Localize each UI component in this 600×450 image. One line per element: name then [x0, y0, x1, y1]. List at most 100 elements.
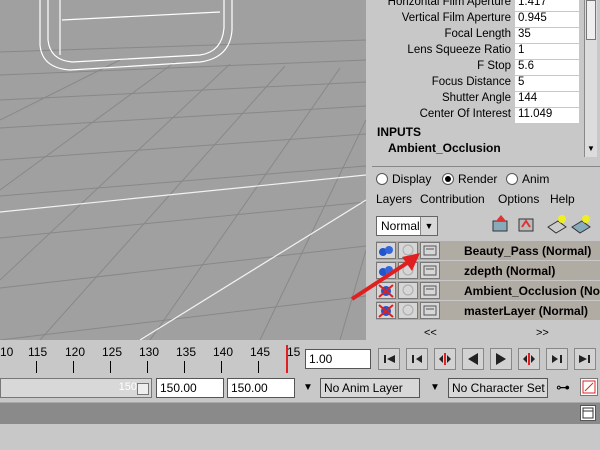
menu-options[interactable]: Options — [498, 192, 539, 206]
script-editor-icon[interactable] — [580, 405, 596, 421]
tick-label: 140 — [213, 345, 234, 359]
time-slider[interactable]: 10 115 120 125 130 135 140 145 15 — [0, 341, 302, 375]
command-line[interactable] — [0, 402, 600, 425]
inputs-header: INPUTS — [377, 125, 422, 139]
radio-anim[interactable] — [506, 173, 518, 185]
menu-help[interactable]: Help — [550, 192, 575, 206]
go-to-start-button[interactable] — [378, 348, 400, 370]
tick-label: 125 — [102, 345, 123, 359]
3d-viewport[interactable] — [0, 0, 366, 340]
go-to-end-button[interactable] — [574, 348, 596, 370]
attr-label: Lens Squeeze Ratio — [407, 44, 511, 56]
anim-layer-chevron-down-icon[interactable]: ▼ — [299, 379, 317, 397]
current-time-field[interactable]: 1.00 — [305, 349, 371, 369]
attr-row: Center Of Interest 11.049 — [374, 108, 580, 124]
tick-mark — [258, 361, 259, 373]
range-thumb-label: 150 — [118, 381, 137, 393]
tick-mark — [221, 361, 222, 373]
attr-label: Horizontal Film Aperture — [387, 0, 511, 8]
step-back-button[interactable] — [406, 348, 428, 370]
nav-next-button[interactable]: >> — [536, 327, 549, 339]
layer-name: Ambient_Occlusion (Nor — [464, 284, 600, 298]
step-forward-key-button[interactable] — [518, 348, 540, 370]
attribute-editor: Horizontal Film Aperture 1.417 Vertical … — [374, 0, 597, 157]
new-empty-layer-icon[interactable] — [546, 213, 568, 235]
tick-label: 15 — [287, 345, 301, 359]
attr-label: Vertical Film Aperture — [401, 12, 511, 24]
mode-label: Display — [392, 172, 432, 186]
attr-value-field[interactable]: 5.6 — [515, 60, 579, 75]
layer-name: masterLayer (Normal) — [464, 304, 589, 318]
attr-value-field[interactable]: 1.417 — [515, 0, 579, 11]
step-forward-button[interactable] — [546, 348, 568, 370]
mode-label: Anim — [522, 172, 550, 186]
range-slider-row: 150 150.00 150.00 ▼ No Anim Layer ▼ No C… — [0, 376, 600, 400]
attr-label: Focal Length — [444, 28, 512, 40]
attr-value-field[interactable]: 5 — [515, 76, 579, 91]
layer-from-selection-icon[interactable] — [516, 213, 538, 235]
character-set-field[interactable]: No Character Set — [448, 378, 548, 398]
tick-label: 135 — [176, 345, 197, 359]
layer-nav-row: << >> — [376, 327, 600, 341]
range-slider[interactable]: 150 — [0, 378, 152, 398]
new-layer-icon[interactable] — [490, 213, 512, 235]
tick-label: 115 — [28, 345, 48, 359]
attr-row: Horizontal Film Aperture 1.417 — [374, 0, 580, 12]
right-panel: Horizontal Film Aperture 1.417 Vertical … — [350, 0, 600, 341]
current-time-marker[interactable] — [286, 345, 288, 373]
menu-contribution[interactable]: Contribution — [420, 192, 485, 206]
attr-value-field[interactable]: 11.049 — [515, 108, 579, 123]
attr-value-field[interactable]: 35 — [515, 28, 579, 43]
blend-mode-select[interactable]: Normal ▼ — [376, 216, 438, 236]
inputs-node[interactable]: Ambient_Occlusion — [388, 141, 501, 155]
attr-row: F Stop 5.6 — [374, 60, 580, 76]
tick-mark — [147, 361, 148, 373]
attr-row: Focus Distance 5 — [374, 76, 580, 92]
attr-label: Shutter Angle — [441, 92, 511, 104]
tick-mark — [36, 361, 37, 373]
anim-layer-field[interactable]: No Anim Layer — [320, 378, 420, 398]
menu-layers[interactable]: Layers — [376, 192, 412, 206]
attr-label: F Stop — [477, 60, 511, 72]
auto-key-icon[interactable] — [580, 378, 598, 396]
attr-value-field[interactable]: 144 — [515, 92, 579, 107]
scroll-down-icon[interactable]: ▼ — [587, 144, 595, 153]
character-set-chevron-down-icon[interactable]: ▼ — [426, 379, 444, 397]
tick-mark — [110, 361, 111, 373]
key-icon[interactable]: ⊶ — [556, 379, 570, 396]
scroll-thumb[interactable] — [586, 0, 596, 40]
chevron-down-icon[interactable]: ▼ — [420, 217, 437, 235]
tick-label: 145 — [250, 345, 271, 359]
attr-value-field[interactable]: 1 — [515, 44, 579, 59]
help-line — [0, 424, 600, 450]
attr-label: Focus Distance — [431, 76, 511, 88]
end-time-field[interactable]: 150.00 — [156, 378, 224, 398]
tick-mark — [184, 361, 185, 373]
attr-row: Focal Length 35 — [374, 28, 580, 44]
mode-label: Render — [458, 172, 498, 186]
playback-end-field[interactable]: 150.00 — [227, 378, 295, 398]
attr-row: Vertical Film Aperture 0.945 — [374, 12, 580, 28]
radio-render[interactable] — [442, 173, 454, 185]
layer-editor: Display Render Anim Layers Contribution … — [350, 166, 600, 341]
play-forwards-button[interactable] — [490, 348, 512, 370]
layer-name: Beauty_Pass (Normal) — [464, 244, 592, 258]
radio-display[interactable] — [376, 173, 388, 185]
tick-label: 120 — [65, 345, 86, 359]
attr-row: Lens Squeeze Ratio 1 — [374, 44, 580, 60]
nav-prev-button[interactable]: << — [424, 327, 437, 339]
tick-label: 130 — [139, 345, 160, 359]
annotation-arrow-icon — [350, 253, 420, 301]
attr-scrollbar[interactable]: ▼ — [584, 0, 597, 157]
tick-mark — [73, 361, 74, 373]
new-layer-selected-icon[interactable] — [570, 213, 592, 235]
play-backwards-button[interactable] — [462, 348, 484, 370]
attr-label: Center Of Interest — [419, 108, 511, 120]
step-back-key-button[interactable] — [434, 348, 456, 370]
viewport-grid — [0, 0, 366, 340]
attr-row: Shutter Angle 144 — [374, 92, 580, 108]
attr-value-field[interactable]: 0.945 — [515, 12, 579, 27]
range-thumb-handle[interactable] — [137, 383, 149, 395]
tick-label: 10 — [0, 345, 14, 359]
layer-name: zdepth (Normal) — [464, 264, 556, 278]
